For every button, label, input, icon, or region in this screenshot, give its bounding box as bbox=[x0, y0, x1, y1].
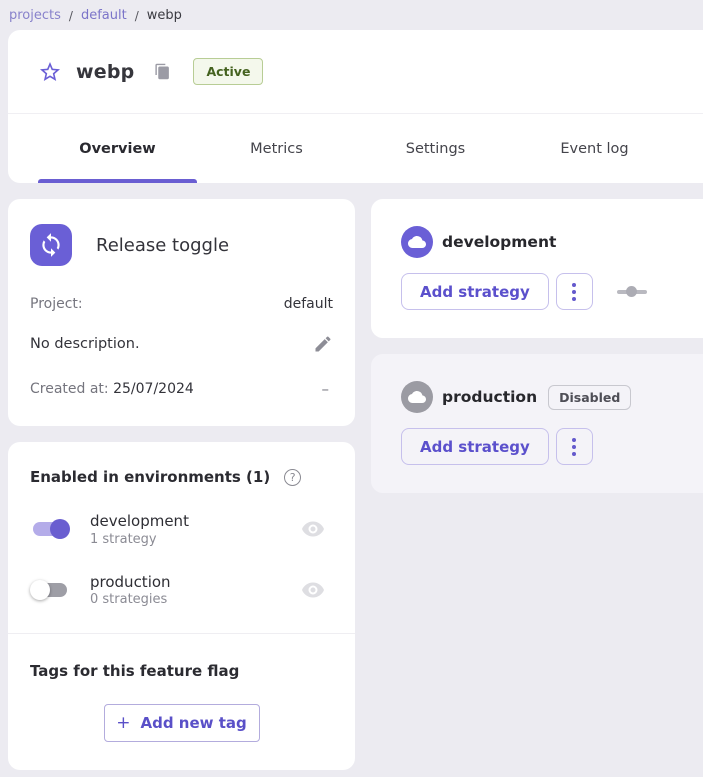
panel-header: production Disabled bbox=[401, 381, 693, 413]
kebab-dot bbox=[572, 283, 576, 287]
tab-label: Overview bbox=[79, 141, 155, 157]
breadcrumb-current: webp bbox=[147, 8, 182, 23]
environments-header: Enabled in environments (1) ? bbox=[30, 468, 333, 486]
tab-settings[interactable]: Settings bbox=[356, 114, 515, 183]
add-strategy-button[interactable]: Add strategy bbox=[401, 428, 549, 465]
cloud-environment-icon bbox=[401, 226, 433, 258]
left-column: Release toggle Project: default No descr… bbox=[8, 199, 355, 770]
environment-info: production 0 strategies bbox=[90, 573, 171, 608]
eye-icon[interactable] bbox=[301, 578, 325, 602]
environments-title: Enabled in environments (1) bbox=[30, 468, 270, 486]
environment-panel-name: production bbox=[442, 388, 537, 406]
kebab-dot bbox=[572, 445, 576, 449]
tags-title: Tags for this feature flag bbox=[30, 662, 333, 680]
development-toggle[interactable] bbox=[30, 519, 70, 539]
feature-type-header: Release toggle bbox=[30, 224, 333, 266]
divider bbox=[8, 633, 355, 634]
page-title: webp bbox=[76, 61, 134, 83]
feature-type-label: Release toggle bbox=[96, 235, 229, 256]
add-tag-label: Add new tag bbox=[140, 714, 246, 732]
environment-panel-name: development bbox=[442, 233, 556, 251]
add-new-tag-button[interactable]: + Add new tag bbox=[104, 704, 260, 742]
panel-actions: Add strategy bbox=[401, 428, 693, 465]
environment-name: development bbox=[90, 512, 189, 532]
tab-overview[interactable]: Overview bbox=[38, 114, 197, 183]
collapse-button[interactable]: – bbox=[322, 380, 334, 398]
breadcrumb-separator: / bbox=[69, 9, 73, 23]
kebab-dot bbox=[572, 452, 576, 456]
copy-icon[interactable] bbox=[154, 63, 171, 80]
favorite-star-icon[interactable] bbox=[38, 60, 62, 84]
feature-header-card: webp Active Overview Metrics Settings Ev… bbox=[8, 30, 703, 183]
kebab-dot bbox=[572, 438, 576, 442]
tabs: Overview Metrics Settings Event log bbox=[8, 114, 703, 183]
more-actions-button[interactable] bbox=[556, 428, 593, 465]
production-environment-panel: production Disabled Add strategy bbox=[371, 354, 703, 493]
edit-description-icon[interactable] bbox=[313, 334, 333, 354]
main-content: Release toggle Project: default No descr… bbox=[0, 183, 703, 770]
plus-icon: + bbox=[116, 713, 130, 733]
panel-actions: Add strategy bbox=[401, 273, 693, 310]
project-row: Project: default bbox=[30, 296, 333, 312]
panel-header: development bbox=[401, 226, 693, 258]
created-row: Created at: 25/07/2024 – bbox=[30, 380, 333, 398]
toggle-thumb bbox=[50, 519, 70, 539]
breadcrumb: projects / default / webp bbox=[0, 0, 703, 30]
tab-label: Event log bbox=[560, 141, 628, 157]
separator-knob bbox=[626, 286, 637, 297]
strategy-separator-icon bbox=[617, 286, 647, 298]
environment-info: development 1 strategy bbox=[90, 512, 189, 547]
cloud-environment-icon bbox=[401, 381, 433, 413]
tab-label: Settings bbox=[406, 141, 465, 157]
breadcrumb-separator: / bbox=[135, 9, 139, 23]
status-badge: Active bbox=[193, 58, 263, 85]
add-strategy-button[interactable]: Add strategy bbox=[401, 273, 549, 310]
created-label: Created at: bbox=[30, 381, 109, 397]
production-toggle[interactable] bbox=[30, 580, 70, 600]
disabled-badge: Disabled bbox=[548, 385, 631, 410]
development-environment-panel: development Add strategy bbox=[371, 199, 703, 338]
tab-metrics[interactable]: Metrics bbox=[197, 114, 356, 183]
environment-row-development: development 1 strategy bbox=[30, 512, 333, 547]
description-text: No description. bbox=[30, 336, 140, 352]
project-value: default bbox=[284, 296, 333, 312]
created-value: 25/07/2024 bbox=[113, 381, 194, 397]
kebab-dot bbox=[572, 290, 576, 294]
active-tab-indicator bbox=[38, 179, 197, 183]
tab-label: Metrics bbox=[250, 141, 303, 157]
breadcrumb-projects[interactable]: projects bbox=[9, 8, 61, 23]
environments-card: Enabled in environments (1) ? developmen… bbox=[8, 442, 355, 770]
right-column: development Add strategy bbox=[371, 199, 703, 493]
project-label: Project: bbox=[30, 296, 83, 312]
eye-icon[interactable] bbox=[301, 517, 325, 541]
environment-name: production bbox=[90, 573, 171, 593]
release-toggle-icon bbox=[30, 224, 72, 266]
description-row: No description. bbox=[30, 334, 333, 354]
environment-strategy-count: 1 strategy bbox=[90, 532, 189, 547]
environment-row-production: production 0 strategies bbox=[30, 573, 333, 608]
tab-event-log[interactable]: Event log bbox=[515, 114, 674, 183]
environment-strategy-count: 0 strategies bbox=[90, 592, 171, 607]
kebab-dot bbox=[572, 297, 576, 301]
feature-metadata-card: Release toggle Project: default No descr… bbox=[8, 199, 355, 426]
breadcrumb-default[interactable]: default bbox=[81, 8, 127, 23]
help-icon[interactable]: ? bbox=[284, 469, 301, 486]
toggle-thumb bbox=[30, 580, 50, 600]
feature-title-row: webp Active bbox=[8, 30, 703, 113]
more-actions-button[interactable] bbox=[556, 273, 593, 310]
